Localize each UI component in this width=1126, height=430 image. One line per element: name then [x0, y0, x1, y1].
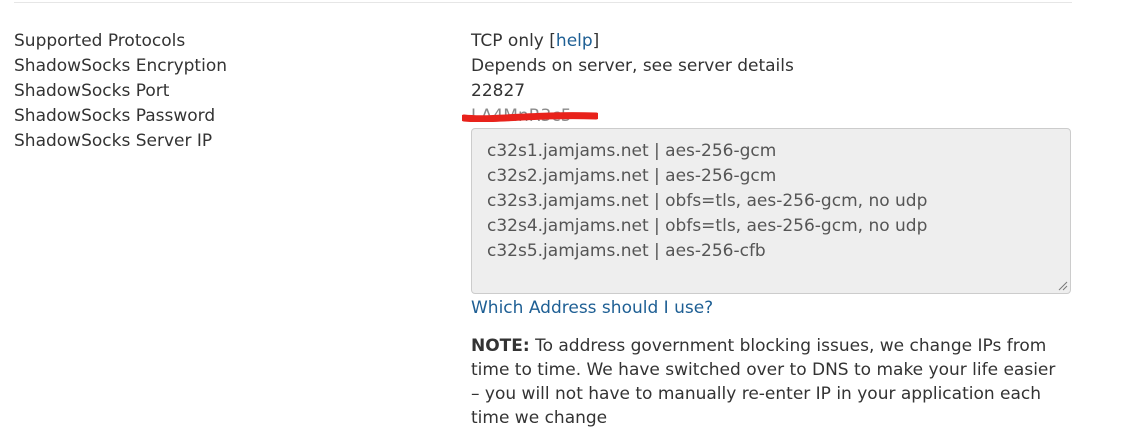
- resize-grip-icon[interactable]: [1058, 281, 1068, 291]
- field-labels: Supported Protocols ShadowSocks Encrypti…: [14, 30, 434, 155]
- note-label: NOTE:: [471, 336, 530, 356]
- value-supported-protocols: TCP only [help]: [471, 30, 1073, 55]
- server-line: c32s1.jamjams.net | aes-256-gcm: [487, 141, 777, 161]
- server-line: c32s2.jamjams.net | aes-256-gcm: [487, 166, 777, 186]
- redaction-scribble-icon: [462, 112, 598, 122]
- label-shadowsocks-encryption: ShadowSocks Encryption: [14, 56, 227, 76]
- server-line: c32s3.jamjams.net | obfs=tls, aes-256-gc…: [487, 191, 928, 211]
- label-shadowsocks-password: ShadowSocks Password: [14, 106, 216, 126]
- server-line: c32s4.jamjams.net | obfs=tls, aes-256-gc…: [487, 216, 928, 236]
- protocols-text: TCP only [: [471, 31, 556, 51]
- note-text: To address government blocking issues, w…: [471, 336, 1056, 428]
- which-address-link[interactable]: Which Address should I use?: [471, 297, 713, 319]
- label-shadowsocks-port: ShadowSocks Port: [14, 81, 170, 101]
- password-redacted: LA4MnR3c5: [462, 105, 598, 127]
- label-shadowsocks-server-ip: ShadowSocks Server IP: [14, 131, 213, 151]
- value-shadowsocks-port: 22827: [471, 81, 526, 101]
- top-divider: [14, 2, 1072, 3]
- note-paragraph: NOTE: To address government blocking iss…: [471, 334, 1069, 430]
- server-line: c32s5.jamjams.net | aes-256-cfb: [487, 241, 766, 261]
- label-supported-protocols: Supported Protocols: [14, 31, 186, 51]
- protocols-close-bracket: ]: [592, 31, 600, 51]
- field-values: TCP only [help] Depends on server, see s…: [462, 30, 1073, 428]
- help-link[interactable]: help: [556, 31, 593, 51]
- value-shadowsocks-password: LA4MnR3c5: [462, 105, 1073, 130]
- value-shadowsocks-encryption: Depends on server, see server details: [471, 56, 794, 76]
- server-list-textarea[interactable]: c32s1.jamjams.net | aes-256-gcm c32s2.ja…: [471, 128, 1071, 294]
